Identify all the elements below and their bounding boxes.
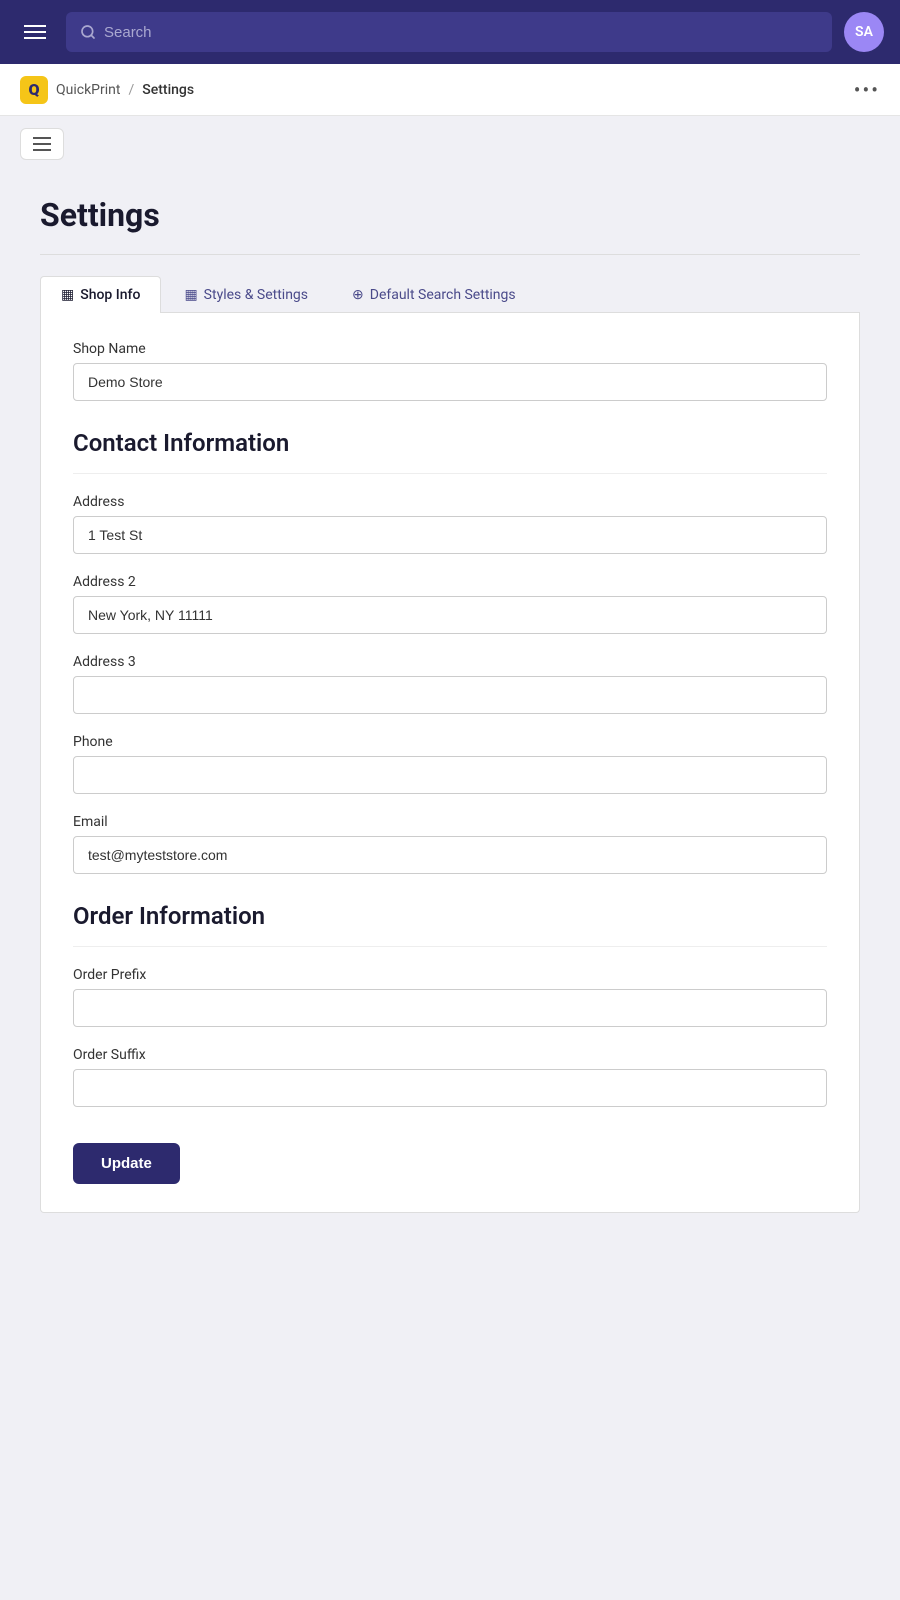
address3-input[interactable] — [73, 676, 827, 714]
address2-group: Address 2 — [73, 574, 827, 634]
tab-styles-label: Styles & Settings — [204, 287, 308, 303]
app-logo: Q — [20, 76, 48, 104]
menu-icon[interactable] — [16, 17, 54, 47]
shop-name-label: Shop Name — [73, 341, 827, 357]
tabs: ▦ Shop Info ▦ Styles & Settings ⊕ Defaul… — [40, 275, 860, 313]
breadcrumb-separator: / — [128, 82, 134, 98]
sidebar-toggle-button[interactable] — [20, 128, 64, 160]
breadcrumb-bar: Q QuickPrint / Settings ••• — [0, 64, 900, 116]
order-suffix-input[interactable] — [73, 1069, 827, 1107]
tab-search-label: Default Search Settings — [370, 287, 516, 303]
search-bar — [66, 12, 832, 52]
phone-group: Phone — [73, 734, 827, 794]
breadcrumb-current-page: Settings — [142, 82, 194, 98]
order-prefix-group: Order Prefix — [73, 967, 827, 1027]
styles-tab-icon: ▦ — [184, 287, 197, 303]
address3-group: Address 3 — [73, 654, 827, 714]
address-label: Address — [73, 494, 827, 510]
address2-input[interactable] — [73, 596, 827, 634]
avatar[interactable]: SA — [844, 12, 884, 52]
address-group: Address — [73, 494, 827, 554]
tab-shop-info-label: Shop Info — [80, 287, 140, 303]
order-suffix-group: Order Suffix — [73, 1047, 827, 1107]
shop-info-tab-icon: ▦ — [61, 287, 74, 303]
title-divider — [40, 254, 860, 255]
form-panel: Shop Name Contact Information Address Ad… — [40, 313, 860, 1213]
search-input[interactable] — [104, 24, 818, 41]
order-section-title: Order Information — [73, 902, 827, 930]
page-title: Settings — [40, 196, 860, 234]
search-icon — [80, 24, 96, 40]
shop-name-input[interactable] — [73, 363, 827, 401]
tab-styles-settings[interactable]: ▦ Styles & Settings — [163, 276, 329, 313]
contact-divider — [73, 473, 827, 474]
order-divider — [73, 946, 827, 947]
more-options-icon[interactable]: ••• — [854, 78, 880, 102]
breadcrumb: Q QuickPrint / Settings — [20, 76, 194, 104]
email-label: Email — [73, 814, 827, 830]
order-prefix-label: Order Prefix — [73, 967, 827, 983]
breadcrumb-app-link[interactable]: QuickPrint — [56, 82, 120, 98]
address2-label: Address 2 — [73, 574, 827, 590]
order-prefix-input[interactable] — [73, 989, 827, 1027]
order-suffix-label: Order Suffix — [73, 1047, 827, 1063]
tab-default-search[interactable]: ⊕ Default Search Settings — [331, 276, 537, 313]
main-content: Settings ▦ Shop Info ▦ Styles & Settings… — [0, 172, 900, 1253]
address3-label: Address 3 — [73, 654, 827, 670]
email-group: Email — [73, 814, 827, 874]
search-tab-icon: ⊕ — [352, 287, 364, 303]
shop-name-group: Shop Name — [73, 341, 827, 401]
phone-label: Phone — [73, 734, 827, 750]
topbar: SA — [0, 0, 900, 64]
sidebar-toggle-bar — [0, 116, 900, 172]
update-button[interactable]: Update — [73, 1143, 180, 1184]
contact-section-title: Contact Information — [73, 429, 827, 457]
email-input[interactable] — [73, 836, 827, 874]
tab-shop-info[interactable]: ▦ Shop Info — [40, 276, 161, 313]
phone-input[interactable] — [73, 756, 827, 794]
address-input[interactable] — [73, 516, 827, 554]
